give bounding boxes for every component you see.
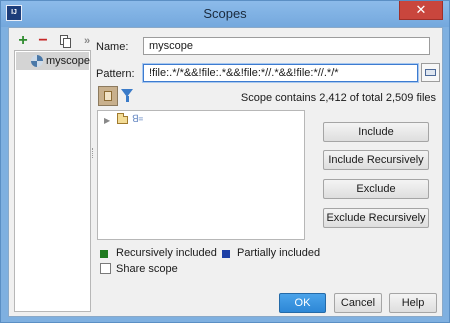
copy-scope-button[interactable] xyxy=(57,33,73,49)
title-bar: IJ Scopes ✕ xyxy=(1,1,449,27)
scope-icon xyxy=(31,55,43,67)
folder-icon xyxy=(117,113,128,124)
pattern-field[interactable]: !file:.*/*&&!file:.*&&!file:*//.*&&!file… xyxy=(143,64,418,82)
scope-item-label: myscope xyxy=(46,55,91,67)
dialog-content: + − » myscope Name: myscope Pattern: !fi… xyxy=(8,27,443,317)
include-button[interactable]: Include xyxy=(323,122,429,142)
recursive-legend-label: Recursively included xyxy=(116,247,217,259)
add-scope-button[interactable]: + xyxy=(15,33,31,49)
scope-summary: Scope contains 2,412 of total 2,509 file… xyxy=(240,92,436,104)
close-button[interactable]: ✕ xyxy=(399,1,443,20)
share-scope-checkbox[interactable] xyxy=(100,263,111,274)
pattern-editor-button[interactable] xyxy=(421,63,440,82)
include-recursively-button[interactable]: Include Recursively xyxy=(323,150,429,170)
share-scope-label: Share scope xyxy=(116,263,178,275)
scope-list[interactable]: myscope xyxy=(14,50,91,312)
file-tree[interactable]: ▶ ꓭ꓿ xyxy=(97,110,305,240)
partial-legend-label: Partially included xyxy=(237,247,321,259)
scopes-dialog: IJ Scopes ✕ + − » myscope Name: myscope … xyxy=(0,0,450,323)
pattern-label: Pattern: xyxy=(96,68,135,80)
help-button[interactable]: Help xyxy=(389,293,437,313)
ok-button[interactable]: OK xyxy=(279,293,326,313)
exclude-recursively-button[interactable]: Exclude Recursively xyxy=(323,208,429,228)
window-title: Scopes xyxy=(203,6,247,21)
filter-icon[interactable] xyxy=(121,89,133,102)
expand-arrow-icon[interactable]: ▶ xyxy=(104,116,110,125)
exclude-button[interactable]: Exclude xyxy=(323,179,429,199)
remove-scope-button[interactable]: − xyxy=(35,33,51,49)
splitter-handle[interactable] xyxy=(92,148,94,158)
more-actions-button[interactable]: » xyxy=(79,33,95,49)
partial-legend-swatch xyxy=(222,250,230,258)
copy-icon-back xyxy=(63,38,71,48)
recursive-legend-swatch xyxy=(100,250,108,258)
file-icon xyxy=(104,91,112,101)
show-files-toggle[interactable] xyxy=(98,86,118,106)
scope-item-myscope[interactable]: myscope xyxy=(16,52,91,70)
name-field[interactable]: myscope xyxy=(143,37,430,55)
cancel-button[interactable]: Cancel xyxy=(334,293,382,313)
keyboard-icon xyxy=(425,69,436,76)
name-label: Name: xyxy=(96,41,129,53)
tree-root-label[interactable]: ꓭ꓿ xyxy=(132,114,144,125)
